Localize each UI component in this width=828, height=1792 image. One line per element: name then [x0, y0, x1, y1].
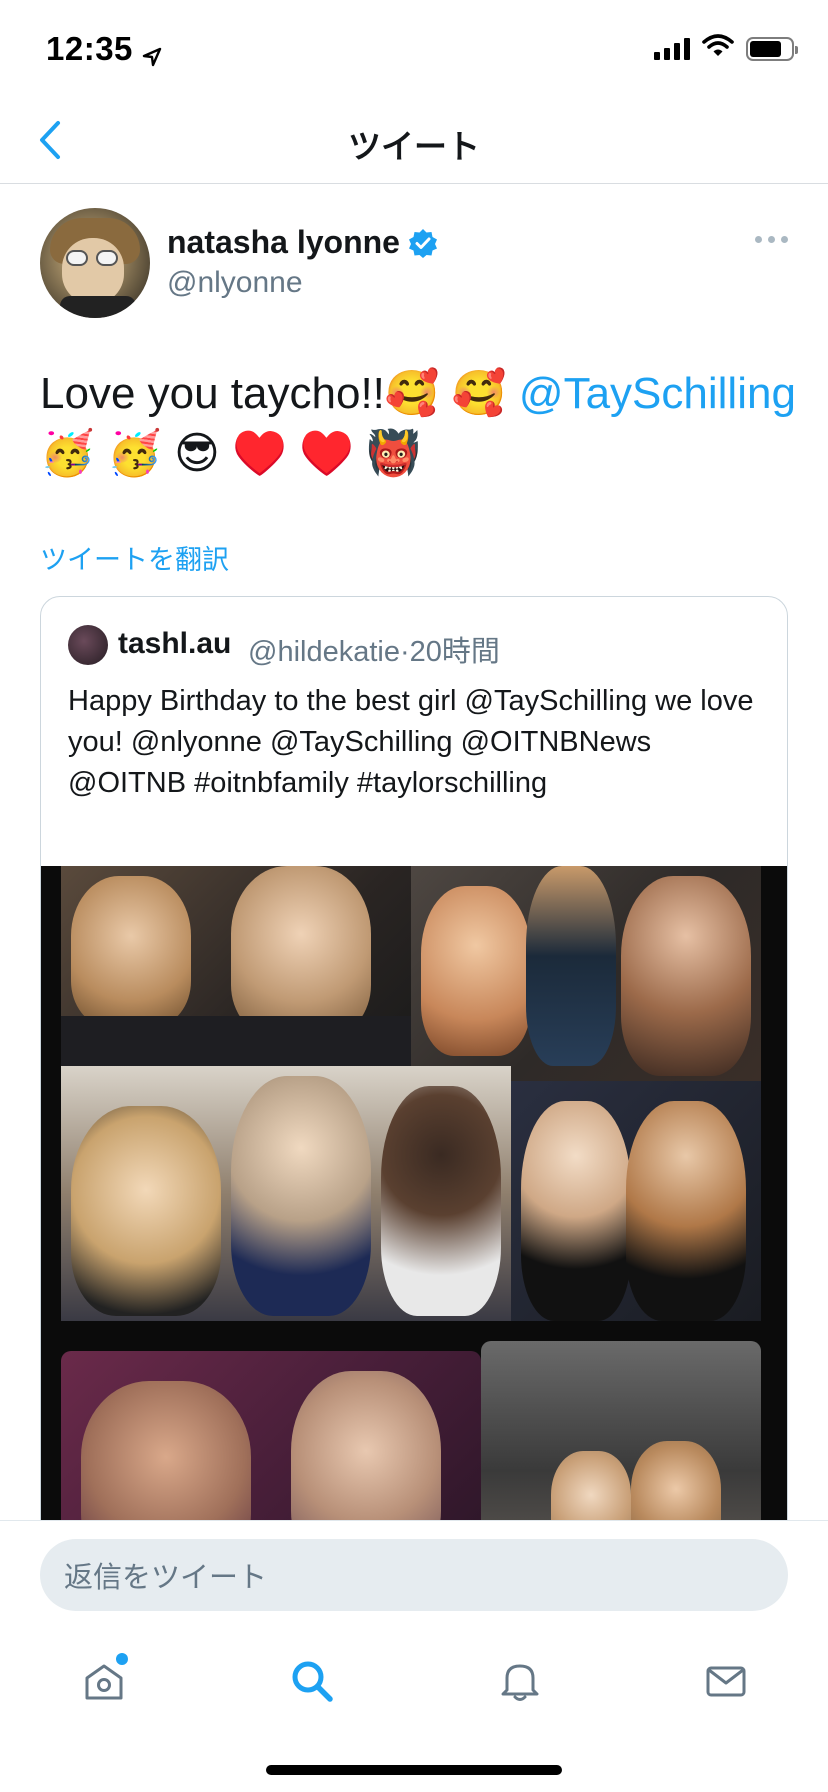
tab-search[interactable] [282, 1651, 342, 1711]
verified-badge-icon [408, 228, 438, 258]
more-options-icon[interactable] [755, 236, 788, 243]
quoted-meta: @hildekatie·20時間 [248, 636, 500, 668]
quoted-text: Happy Birthday to the best girl @TaySchi… [68, 685, 754, 799]
tab-home[interactable] [74, 1651, 134, 1711]
cellular-signal-icon [654, 37, 690, 60]
bottom-bar: 返信をツイート [0, 1520, 828, 1792]
status-bar: 12:35 [0, 0, 828, 96]
quoted-author-name: tashl.au [118, 627, 232, 660]
author-name[interactable]: natasha lyonne [167, 224, 438, 261]
location-arrow-icon [141, 38, 163, 67]
home-indicator [266, 1765, 562, 1775]
translate-tweet-link[interactable]: ツイートを翻訳 [40, 538, 229, 577]
quoted-author-avatar [68, 625, 108, 665]
reply-placeholder: 返信をツイート [64, 1562, 268, 1594]
tweet-mention-link[interactable]: @TaySchilling [519, 369, 796, 418]
bell-icon [501, 1664, 539, 1701]
reply-input[interactable]: 返信をツイート [40, 1539, 788, 1611]
search-icon [292, 1661, 333, 1702]
tweet-text-prefix: Love you taycho!!🥰 🥰 [40, 369, 519, 418]
author-name-text: natasha lyonne [167, 224, 400, 260]
quoted-tweet[interactable]: tashl.au @hildekatie·20時間 Happy Birthday… [40, 596, 788, 1556]
author-avatar[interactable] [40, 208, 150, 318]
tweet-text-suffix: 🥳 🥳 😎 ♥️ ♥️ 👹 [40, 429, 421, 478]
author-handle[interactable]: @nlyonne [167, 266, 303, 300]
page-title: ツイート [348, 128, 480, 165]
tab-messages[interactable] [696, 1651, 756, 1711]
clock: 12:35 [46, 30, 163, 68]
battery-icon [746, 36, 798, 61]
notification-dot [116, 1653, 128, 1665]
clock-time: 12:35 [46, 30, 133, 67]
mail-icon [706, 1666, 746, 1697]
quoted-author-handle: @hildekatie [248, 636, 400, 668]
navigation-bar: ツイート [0, 96, 828, 184]
tweet-text: Love you taycho!!🥰 🥰 @TaySchilling 🥳 🥳 😎… [40, 364, 800, 484]
wifi-icon [702, 34, 734, 63]
tab-notifications[interactable] [490, 1651, 550, 1711]
quoted-timestamp: 20時間 [409, 636, 500, 668]
quoted-photo-collage[interactable] [41, 866, 787, 1555]
tab-bar [0, 1651, 828, 1721]
status-icons [654, 34, 798, 63]
